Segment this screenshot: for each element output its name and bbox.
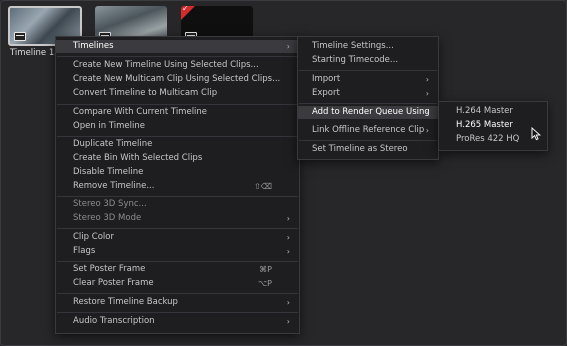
menu-item-label: Clear Poster Frame [73, 278, 154, 288]
chevron-right-icon: › [286, 42, 290, 51]
menu-item-open-in-timeline[interactable]: Open in Timeline [56, 120, 299, 133]
menu-item-clip-color[interactable]: Clip Color › [56, 231, 299, 244]
shortcut-text: ⌘P [259, 265, 272, 274]
menu-item-create-multicam-clip[interactable]: Create New Multicam Clip Using Selected … [56, 73, 299, 86]
menu-item-label: Stereo 3D Sync... [73, 199, 147, 209]
menu-item-label: Audio Transcription [73, 316, 155, 326]
chevron-right-icon: › [286, 298, 290, 307]
menu-item-label: Flags [73, 246, 96, 256]
menu-item-label: Set Poster Frame [73, 264, 146, 274]
menu-item-label: Create New Timeline Using Selected Clips… [73, 60, 259, 70]
menu-item-label: Create New Multicam Clip Using Selected … [73, 74, 281, 84]
mouse-pointer-icon [531, 127, 542, 141]
menu-item-flags[interactable]: Flags › [56, 245, 299, 258]
menu-item-create-bin[interactable]: Create Bin With Selected Clips [56, 152, 299, 165]
menu-item-clear-poster-frame[interactable]: Clear Poster Frame ⌥P [56, 277, 299, 290]
menu-separator [57, 293, 298, 294]
menu-item-link-offline-reference[interactable]: Link Offline Reference Clip › [298, 124, 438, 137]
render-preset-submenu: H.264 Master H.265 Master ProRes 422 HQ [438, 101, 548, 151]
menu-item-label: Disable Timeline [73, 167, 144, 177]
chevron-right-icon: › [286, 317, 290, 326]
menu-item-timeline-settings[interactable]: Timeline Settings... [298, 40, 438, 53]
menu-item-convert-to-multicam[interactable]: Convert Timeline to Multicam Clip [56, 87, 299, 100]
menu-separator [57, 104, 298, 105]
shortcut-text: ⇧⌫ [253, 182, 272, 191]
menu-item-set-poster-frame[interactable]: Set Poster Frame ⌘P [56, 263, 299, 276]
menu-item-restore-backup[interactable]: Restore Timeline Backup › [56, 296, 299, 309]
menu-item-label: Restore Timeline Backup [73, 297, 178, 307]
menu-item-starting-timecode[interactable]: Starting Timecode... [298, 54, 438, 67]
menu-item-label: Timelines [73, 41, 114, 51]
timelines-submenu: Timeline Settings... Starting Timecode..… [297, 36, 439, 160]
menu-item-label: Import [312, 74, 341, 84]
menu-item-disable-timeline[interactable]: Disable Timeline [56, 166, 299, 179]
chevron-right-icon: › [425, 89, 429, 98]
timeline-icon [14, 32, 26, 41]
menu-item-import[interactable]: Import › [298, 73, 438, 86]
menu-item-export[interactable]: Export › [298, 87, 438, 100]
menu-item-label: Compare With Current Timeline [73, 107, 208, 117]
menu-separator [299, 70, 437, 71]
menu-separator [57, 312, 298, 313]
menu-item-label: Open in Timeline [73, 121, 145, 131]
menu-item-label: Stereo 3D Mode [73, 213, 142, 223]
chevron-right-icon: › [286, 247, 290, 256]
menu-item-label: Starting Timecode... [312, 55, 399, 65]
menu-item-duplicate-timeline[interactable]: Duplicate Timeline [56, 138, 299, 151]
menu-item-audio-transcription[interactable]: Audio Transcription › [56, 315, 299, 328]
menu-item-label: Remove Timeline... [73, 181, 155, 191]
chevron-right-icon: › [425, 75, 429, 84]
menu-separator [299, 103, 437, 104]
menu-item-label: Export [312, 88, 340, 98]
menu-item-add-to-render-queue[interactable]: Add to Render Queue Using › [298, 106, 438, 119]
chevron-right-icon: › [286, 214, 290, 223]
shortcut-text: ⌥P [257, 279, 272, 288]
menu-item-label: Clip Color [73, 232, 114, 242]
menu-item-label: Create Bin With Selected Clips [73, 153, 203, 163]
menu-item-label: Set Timeline as Stereo [312, 144, 408, 154]
menu-separator [57, 228, 298, 229]
chevron-right-icon: › [425, 108, 429, 117]
menu-item-stereo-3d-mode[interactable]: Stereo 3D Mode › [56, 212, 299, 225]
menu-item-timelines[interactable]: Timelines › [56, 40, 299, 53]
menu-item-label: Timeline Settings... [312, 41, 394, 51]
chevron-right-icon: › [425, 126, 429, 135]
menu-item-compare-timeline[interactable]: Compare With Current Timeline [56, 106, 299, 119]
menu-item-label: ProRes 422 HQ [456, 134, 520, 144]
menu-item-h264-master[interactable]: H.264 Master [439, 105, 547, 118]
checkmark-icon: ✓ [182, 6, 189, 13]
menu-item-label: Link Offline Reference Clip [312, 125, 425, 135]
menu-item-create-new-timeline[interactable]: Create New Timeline Using Selected Clips… [56, 59, 299, 72]
menu-separator [299, 140, 437, 141]
menu-item-label: H.264 Master [456, 106, 513, 116]
menu-item-label: Add to Render Queue Using [312, 107, 430, 117]
menu-item-label: H.265 Master [456, 120, 513, 130]
menu-separator [57, 136, 298, 137]
menu-item-stereo-3d-sync[interactable]: Stereo 3D Sync... [56, 198, 299, 211]
menu-separator [57, 261, 298, 262]
context-menu: Timelines › Create New Timeline Using Se… [55, 36, 300, 334]
menu-item-remove-timeline[interactable]: Remove Timeline... ⇧⌫ [56, 180, 299, 193]
menu-separator [57, 56, 298, 57]
menu-item-label: Convert Timeline to Multicam Clip [73, 88, 218, 98]
chevron-right-icon: › [286, 233, 290, 242]
menu-separator [57, 196, 298, 197]
menu-item-label: Duplicate Timeline [73, 139, 153, 149]
menu-item-set-timeline-stereo[interactable]: Set Timeline as Stereo [298, 143, 438, 156]
